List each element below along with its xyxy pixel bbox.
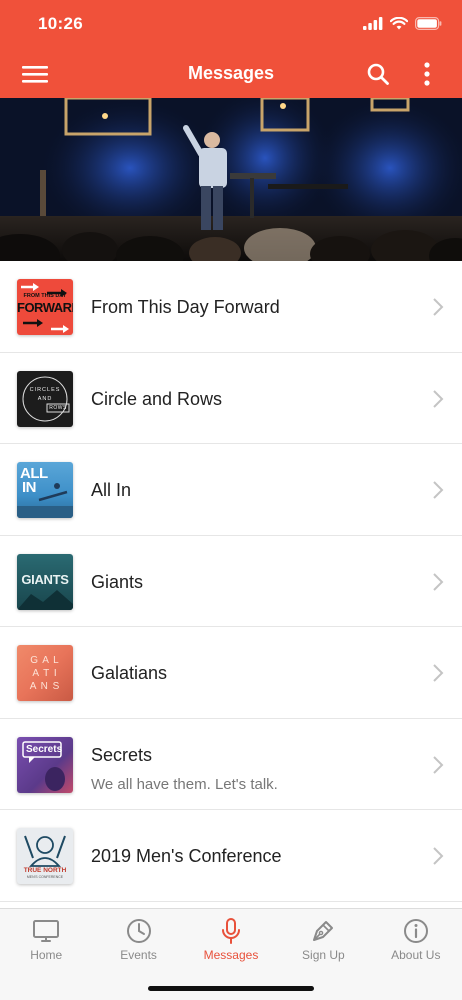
tab-label: Messages (203, 948, 259, 962)
series-thumbnail: CIRCLES AND ROWS (17, 370, 73, 427)
tab-home[interactable]: Home (0, 909, 92, 969)
signal-icon (363, 17, 383, 30)
list-item[interactable]: GIANTS Giants (0, 535, 462, 627)
thumbnail-line1: GIANTS (21, 571, 69, 587)
chevron-right-icon (433, 755, 444, 774)
home-indicator (148, 986, 314, 991)
wifi-icon (390, 17, 408, 30)
list-item[interactable]: G A L A T I A N S Galatians (0, 627, 462, 719)
chevron-right-icon (433, 664, 444, 682)
list-item[interactable]: TRUE NORTH MEN'S CONFERENCE 2019 Men's C… (0, 810, 462, 902)
series-thumbnail: GIANTS (17, 553, 73, 610)
microphone-icon (221, 918, 240, 944)
series-thumbnail: FROM THIS DAY FORWARD (17, 279, 73, 335)
tab-sign-up[interactable]: Sign Up (277, 909, 369, 969)
nav-bar: Messages (0, 50, 462, 98)
thumbnail-line2: AND (37, 395, 53, 402)
search-button[interactable] (363, 60, 393, 88)
series-title: Circle and Rows (91, 388, 223, 409)
thumbnail-line3: A N S (29, 681, 61, 692)
hero-image (0, 98, 462, 261)
chevron-right-icon (433, 389, 444, 408)
info-icon (403, 919, 428, 943)
tab-bar: Home Events Messages Sign Up About Us (0, 908, 462, 1000)
hero-stage-photo (0, 98, 462, 261)
status-bar: 10:26 (0, 0, 462, 50)
thumbnail-line1: FROM THIS DAY (23, 293, 67, 299)
more-button[interactable] (412, 60, 442, 88)
series-title: Secrets (91, 744, 153, 765)
clock-icon (126, 919, 151, 943)
thumbnail-line1: TRUE NORTH (23, 867, 67, 874)
series-thumbnail: Secrets (17, 736, 73, 793)
series-thumbnail: ALL IN (17, 462, 73, 518)
chevron-right-icon (433, 572, 444, 591)
series-thumbnail: TRUE NORTH MEN'S CONFERENCE (17, 828, 73, 884)
tab-messages[interactable]: Messages (185, 909, 277, 969)
monitor-icon (33, 920, 60, 942)
thumbnail-line1: Secrets (26, 743, 63, 755)
battery-icon (415, 17, 442, 30)
more-vertical-icon (424, 62, 430, 86)
series-thumbnail: G A L A T I A N S (17, 645, 73, 701)
thumbnail-line2: A T I (32, 668, 58, 679)
series-title: All In (91, 480, 132, 500)
chevron-right-icon (433, 481, 444, 499)
thumbnail-line1: G A L (30, 655, 60, 666)
series-title: Giants (91, 571, 144, 592)
pen-icon (313, 921, 334, 941)
tab-label: About Us (391, 948, 441, 962)
list-item[interactable]: FROM THIS DAY FORWARD From This Day Forw… (0, 261, 462, 353)
list-item[interactable]: ALL IN All In (0, 444, 462, 536)
tab-events[interactable]: Events (92, 909, 184, 969)
list-item[interactable]: Secrets Secrets We all have them. Let's … (0, 718, 462, 810)
series-title: 2019 Men's Conference (91, 846, 282, 866)
thumbnail-line2: IN (22, 479, 37, 496)
series-title: Galatians (91, 663, 168, 683)
tab-label: Home (30, 948, 63, 962)
thumbnail-line3: ROWS (49, 405, 67, 411)
list-item[interactable]: CIRCLES AND ROWS Circle and Rows (0, 352, 462, 444)
chevron-right-icon (433, 298, 444, 316)
tab-label: Sign Up (302, 948, 345, 962)
thumbnail-line1: CIRCLES (29, 386, 61, 393)
chevron-right-icon (433, 847, 444, 865)
thumbnail-line2: MEN'S CONFERENCE (26, 875, 64, 879)
series-title: From This Day Forward (91, 297, 280, 317)
search-icon (367, 63, 389, 85)
series-subtitle: We all have them. Let's talk. (91, 775, 278, 793)
thumbnail-line2: FORWARD (17, 300, 73, 315)
status-icons (363, 17, 442, 30)
tab-about-us[interactable]: About Us (370, 909, 462, 969)
status-time: 10:26 (38, 14, 83, 33)
message-series-list: FROM THIS DAY FORWARD From This Day Forw… (0, 261, 462, 902)
tab-label: Events (120, 948, 157, 962)
